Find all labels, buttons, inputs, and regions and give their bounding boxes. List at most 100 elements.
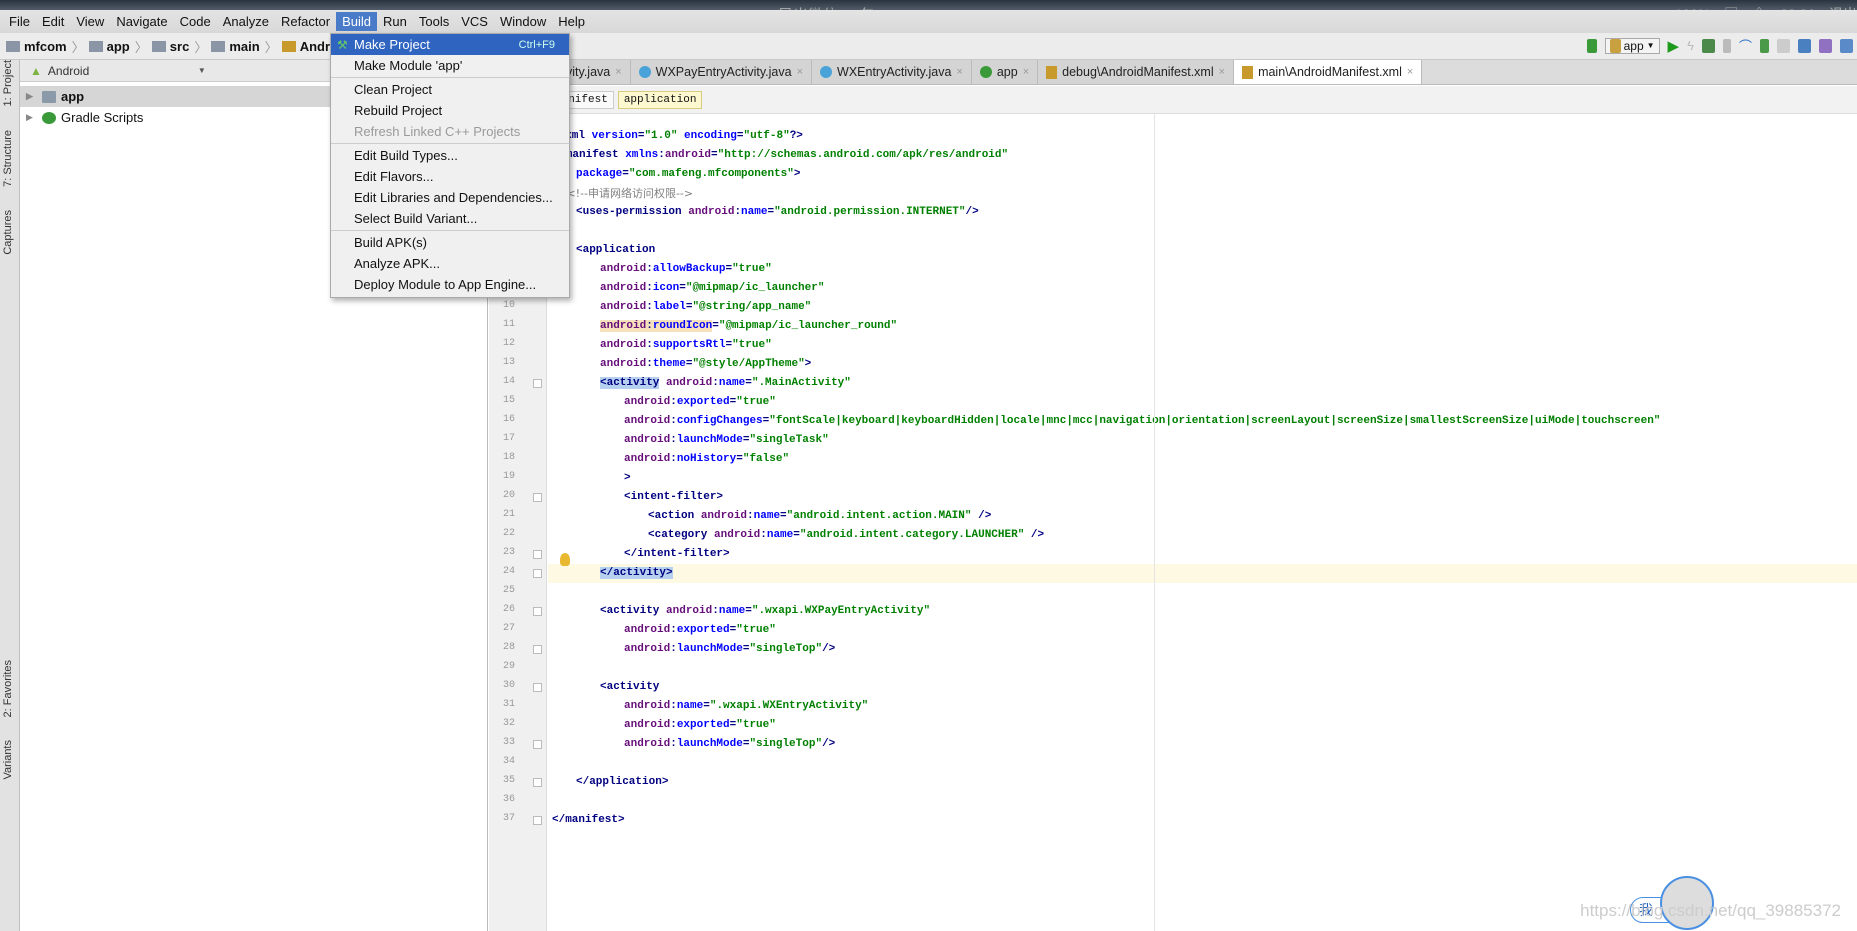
code-line[interactable]: </intent-filter>: [548, 545, 1857, 564]
fold-marker-icon[interactable]: [533, 569, 542, 578]
close-tab-icon[interactable]: ×: [956, 66, 962, 78]
code-line[interactable]: <?xml version="1.0" encoding="utf-8"?>: [548, 127, 1857, 146]
make-project-hammer-icon[interactable]: [1586, 38, 1597, 53]
apply-changes-icon[interactable]: ϟ: [1687, 38, 1694, 53]
fold-marker-icon[interactable]: [533, 683, 542, 692]
code-line[interactable]: android:exported="true": [548, 716, 1857, 735]
code-line[interactable]: android:exported="true": [548, 393, 1857, 412]
close-tab-icon[interactable]: ×: [797, 66, 803, 78]
code-line[interactable]: android:theme="@style/AppTheme">: [548, 355, 1857, 374]
code-line[interactable]: android:allowBackup="true": [548, 260, 1857, 279]
code-line[interactable]: >: [548, 469, 1857, 488]
code-line[interactable]: <activity android:name=".MainActivity": [548, 374, 1857, 393]
tab-wxpayentryactivity-java[interactable]: WXPayEntryActivity.java ×: [630, 60, 813, 84]
build-menu-deploy-module-to-app-engine[interactable]: Deploy Module to App Engine...: [331, 274, 569, 295]
fold-marker-icon[interactable]: [533, 379, 542, 388]
fold-marker-icon[interactable]: [533, 493, 542, 502]
tab-app[interactable]: app ×: [971, 60, 1039, 84]
sdk-manager-icon[interactable]: [1840, 38, 1853, 53]
code-line[interactable]: android:name=".wxapi.WXEntryActivity": [548, 697, 1857, 716]
code-line[interactable]: <category android:name="android.intent.c…: [548, 526, 1857, 545]
build-menu-edit-libraries-and-dependencies[interactable]: Edit Libraries and Dependencies...: [331, 187, 569, 208]
menu-run[interactable]: Run: [377, 12, 413, 31]
code-line[interactable]: </manifest>: [548, 811, 1857, 830]
code-line[interactable]: android:launchMode="singleTask": [548, 431, 1857, 450]
menu-build[interactable]: Build: [336, 12, 378, 31]
code-line[interactable]: [548, 659, 1857, 678]
close-tab-icon[interactable]: ×: [1023, 66, 1029, 78]
expand-arrow-icon[interactable]: ▶: [26, 112, 42, 123]
fold-marker-icon[interactable]: [533, 778, 542, 787]
build-menu-clean-project[interactable]: Clean Project: [331, 79, 569, 100]
build-menu-rebuild-project[interactable]: Rebuild Project: [331, 100, 569, 121]
fold-marker-icon[interactable]: [533, 607, 542, 616]
close-tab-icon[interactable]: ×: [1407, 66, 1413, 78]
menu-vcs[interactable]: VCS: [455, 12, 494, 31]
tab-wxentryactivity-java[interactable]: WXEntryActivity.java ×: [812, 60, 972, 84]
stripe-variants[interactable]: Variants: [2, 740, 14, 780]
stripe-captures[interactable]: Captures: [2, 210, 14, 255]
tab-debug-androidmanifest-xml[interactable]: debug\AndroidManifest.xml ×: [1038, 60, 1235, 84]
code-line[interactable]: android:configChanges="fontScale|keyboar…: [548, 412, 1857, 431]
code-line[interactable]: android:roundIcon="@mipmap/ic_launcher_r…: [548, 317, 1857, 336]
code-line[interactable]: [548, 222, 1857, 241]
menu-refactor[interactable]: Refactor: [275, 12, 336, 31]
close-tab-icon[interactable]: ×: [615, 66, 621, 78]
code-line[interactable]: [548, 583, 1857, 602]
menu-analyze[interactable]: Analyze: [217, 12, 275, 31]
menu-help[interactable]: Help: [552, 12, 591, 31]
run-icon[interactable]: ▶: [1668, 37, 1680, 55]
code-line[interactable]: <activity android:name=".wxapi.WXPayEntr…: [548, 602, 1857, 621]
device-icon[interactable]: [1760, 38, 1769, 53]
code-line[interactable]: <uses-permission android:name="android.p…: [548, 203, 1857, 222]
expand-arrow-icon[interactable]: ▶: [26, 91, 42, 102]
fold-marker-icon[interactable]: [533, 740, 542, 749]
fold-marker-icon[interactable]: [533, 645, 542, 654]
code-line[interactable]: <intent-filter>: [548, 488, 1857, 507]
code-line[interactable]: <application: [548, 241, 1857, 260]
build-menu-make-project[interactable]: Make Project Ctrl+F9 ⚒: [331, 34, 569, 55]
fold-marker-icon[interactable]: [533, 550, 542, 559]
code-line[interactable]: <manifest xmlns:android="http://schemas.…: [548, 146, 1857, 165]
menu-view[interactable]: View: [70, 12, 110, 31]
attach-debugger-icon[interactable]: [1722, 38, 1731, 53]
code-line[interactable]: android:supportsRtl="true": [548, 336, 1857, 355]
breadcrumb-item[interactable]: main 〉: [211, 37, 278, 56]
fold-marker-icon[interactable]: [533, 816, 542, 825]
code-line[interactable]: android:launchMode="singleTop"/>: [548, 735, 1857, 754]
code-line[interactable]: [548, 792, 1857, 811]
stripe--project[interactable]: 1: Project: [2, 60, 14, 106]
breadcrumb-item[interactable]: src 〉: [151, 37, 207, 56]
build-menu-make-module-app[interactable]: Make Module 'app': [331, 55, 569, 76]
menu-window[interactable]: Window: [494, 12, 552, 31]
debug-icon[interactable]: [1701, 38, 1715, 53]
close-tab-icon[interactable]: ×: [1219, 66, 1225, 78]
code-line[interactable]: package="com.mafeng.mfcomponents">: [548, 165, 1857, 184]
build-menu-select-build-variant[interactable]: Select Build Variant...: [331, 208, 569, 229]
code-line[interactable]: android:launchMode="singleTop"/>: [548, 640, 1857, 659]
breadcrumb-item[interactable]: mfcom 〉: [6, 37, 85, 56]
avd-manager-icon[interactable]: [1819, 38, 1832, 53]
sync-gradle-icon[interactable]: [1798, 38, 1811, 53]
code-line[interactable]: <activity: [548, 678, 1857, 697]
code-line[interactable]: </application>: [548, 773, 1857, 792]
build-menu-edit-build-types[interactable]: Edit Build Types...: [331, 145, 569, 166]
tab-main-androidmanifest-xml[interactable]: main\AndroidManifest.xml ×: [1234, 60, 1423, 84]
menu-edit[interactable]: Edit: [36, 12, 70, 31]
stop-icon[interactable]: [1777, 38, 1790, 53]
code-line[interactable]: </activity>: [548, 564, 1857, 583]
code-line[interactable]: android:icon="@mipmap/ic_launcher": [548, 279, 1857, 298]
build-menu-build-apk-s[interactable]: Build APK(s): [331, 232, 569, 253]
code-line[interactable]: android:exported="true": [548, 621, 1857, 640]
profile-icon[interactable]: ⌒: [1739, 36, 1752, 55]
menu-file[interactable]: File: [3, 12, 36, 31]
build-menu-analyze-apk[interactable]: Analyze APK...: [331, 253, 569, 274]
code-line[interactable]: <action android:name="android.intent.act…: [548, 507, 1857, 526]
menu-navigate[interactable]: Navigate: [110, 12, 173, 31]
stripe--favorites[interactable]: 2: Favorites: [2, 660, 14, 717]
run-config-dropdown[interactable]: app ▼: [1604, 37, 1660, 54]
stripe--structure[interactable]: 7: Structure: [2, 130, 14, 187]
code-line[interactable]: android:noHistory="false": [548, 450, 1857, 469]
menu-tools[interactable]: Tools: [413, 12, 455, 31]
build-menu-edit-flavors[interactable]: Edit Flavors...: [331, 166, 569, 187]
